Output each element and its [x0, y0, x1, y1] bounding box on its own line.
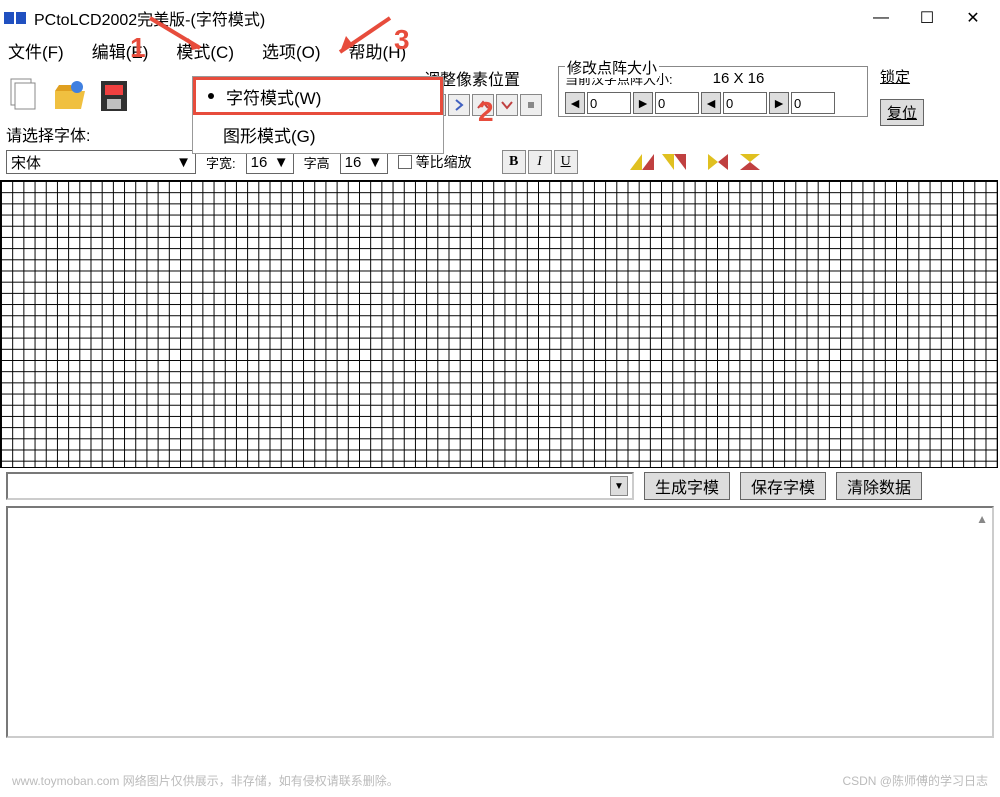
reset-button[interactable]: 复位	[880, 99, 924, 126]
font-selected: 宋体	[11, 152, 41, 173]
menu-options[interactable]: 选项(O)	[262, 38, 321, 63]
pixel-down-icon[interactable]	[496, 94, 518, 116]
app-icon	[4, 10, 28, 26]
bold-button[interactable]: B	[502, 150, 526, 174]
underline-button[interactable]: U	[554, 150, 578, 174]
matrix-val2-input[interactable]	[655, 92, 699, 114]
clear-button[interactable]: 清除数据	[836, 472, 922, 500]
matrix-left2-icon[interactable]: ◄	[701, 92, 721, 114]
scroll-up-icon[interactable]: ▲	[976, 512, 988, 526]
dropdown-graphic-mode[interactable]: 图形模式(G)	[193, 115, 443, 153]
mode-dropdown: 字符模式(W) 图形模式(G)	[192, 76, 444, 154]
width-label: 字宽:	[206, 153, 236, 172]
selected-dot-icon	[208, 93, 214, 99]
output-textarea[interactable]: ▲	[6, 506, 994, 738]
graphic-mode-label: 图形模式(G)	[223, 122, 316, 147]
maximize-button[interactable]: ☐	[904, 2, 950, 34]
italic-button[interactable]: I	[528, 150, 552, 174]
watermark-right: CSDN @陈师傅的学习日志	[842, 772, 988, 789]
pixel-center-icon[interactable]	[520, 94, 542, 116]
action-row: ▼ 生成字模 保存字模 清除数据	[0, 468, 1000, 504]
close-button[interactable]: ✕	[950, 2, 996, 34]
dropdown-arrow-icon: ▼	[368, 154, 383, 171]
dropdown-char-mode[interactable]: 字符模式(W)	[193, 77, 443, 115]
minimize-button[interactable]: —	[858, 2, 904, 34]
annotation-2: 2	[478, 96, 494, 128]
save-button[interactable]: 保存字模	[740, 472, 826, 500]
new-file-icon[interactable]	[4, 66, 46, 124]
matrix-size-group: 修改点阵大小 当前汉字点阵大小: 16 X 16 ◄ ► ◄ ►	[558, 66, 868, 117]
ratio-checkbox[interactable]	[398, 155, 412, 169]
pixel-right-icon[interactable]	[448, 94, 470, 116]
font-row: 宋体 ▼ 字宽: 16▼ 字高 16▼ 等比缩放 B I U	[0, 148, 1000, 176]
font-select-label: 请选择字体:	[6, 128, 90, 145]
char-mode-label: 字符模式(W)	[226, 84, 321, 109]
lock-label[interactable]: 锁定	[880, 66, 924, 87]
matrix-right1-icon[interactable]: ►	[633, 92, 653, 114]
dropdown-arrow-icon: ▼	[176, 154, 191, 171]
text-input[interactable]: ▼	[6, 472, 634, 500]
dropdown-arrow-icon: ▼	[274, 154, 289, 171]
toolbar: 调整像素位置 修改点阵大小 当前汉字点阵大小: 16 X 16 ◄ ► ◄ ► …	[0, 64, 1000, 128]
menu-file[interactable]: 文件(F)	[8, 38, 64, 63]
save-file-icon[interactable]	[92, 66, 134, 124]
matrix-size-value: 16 X 16	[713, 70, 765, 87]
flip-h-icon[interactable]	[628, 150, 656, 174]
matrix-left1-icon[interactable]: ◄	[565, 92, 585, 114]
font-select[interactable]: 宋体 ▼	[6, 150, 196, 174]
mirror-h-icon[interactable]	[704, 150, 732, 174]
arrow-1-icon	[140, 8, 220, 58]
mirror-v-icon[interactable]	[736, 150, 764, 174]
dropdown-arrow-icon[interactable]: ▼	[610, 476, 628, 496]
matrix-right2-icon[interactable]: ►	[769, 92, 789, 114]
matrix-group-label: 修改点阵大小	[565, 57, 659, 78]
arrow-3-icon	[320, 10, 400, 60]
generate-button[interactable]: 生成字模	[644, 472, 730, 500]
ratio-label: 等比缩放	[416, 152, 472, 172]
height-label: 字高	[304, 153, 330, 172]
matrix-val3-input[interactable]	[723, 92, 767, 114]
annotation-1: 1	[130, 32, 146, 64]
flip-v-icon[interactable]	[660, 150, 688, 174]
open-file-icon[interactable]	[48, 66, 90, 124]
matrix-val4-input[interactable]	[791, 92, 835, 114]
matrix-val1-input[interactable]	[587, 92, 631, 114]
pixel-grid[interactable]	[0, 180, 998, 468]
lock-group: 锁定 复位	[880, 66, 924, 126]
watermark-left: www.toymoban.com 网络图片仅供展示，非存储，如有侵权请联系删除。	[12, 772, 399, 789]
annotation-3: 3	[394, 24, 410, 56]
